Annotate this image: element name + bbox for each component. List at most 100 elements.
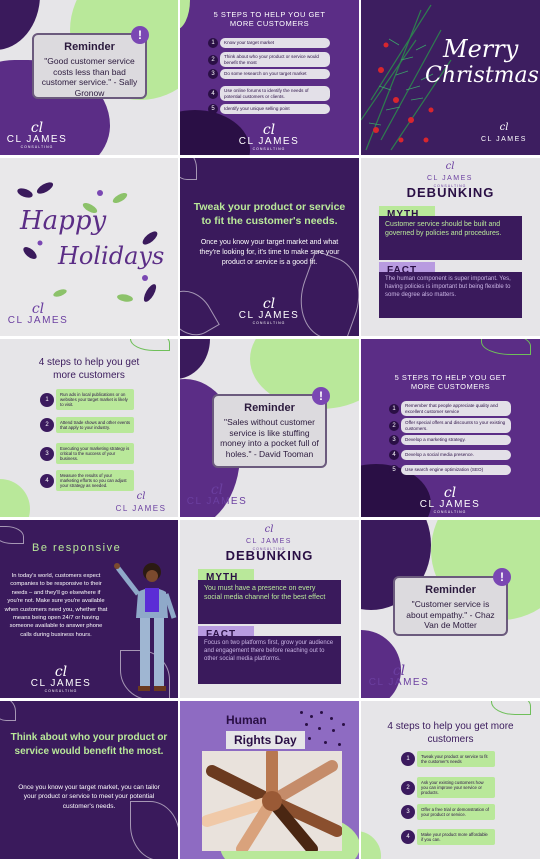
step-text: Offer special offers and discounts to yo… (401, 418, 511, 433)
step-item: 4 Develop a social media presence. (389, 450, 511, 460)
logo-name: CL JAMES (7, 315, 69, 326)
step-item: 4 Make your product more affordable if yo… (401, 829, 495, 846)
steps-title: 5 STEPS TO HELP YOU GET MORE CUSTOMERS (213, 10, 326, 28)
post-debunking-a[interactable]: cl CL JAMES CONSULTING DEBUNKING MYTH Cu… (361, 158, 540, 336)
reminder-quote: "Sales without customer service is like … (220, 417, 319, 459)
logo-monogram: cl (136, 491, 146, 502)
step-item: 2 Attend trade shows and other events tha… (40, 417, 134, 434)
logo-monogram: cl (443, 485, 457, 501)
post-headline: Be responsive (32, 542, 122, 554)
logo-name: CL JAMES (419, 499, 481, 510)
step-text: Know your target market (220, 38, 330, 48)
step-item: 3 Offer a free trial or demonstration of … (401, 804, 495, 821)
step-item: 1 Run ads in local publications or on web… (40, 389, 134, 411)
reminder-card: Reminder "Sales without customer service… (212, 394, 327, 468)
logo-name: CL JAMES (186, 496, 248, 507)
brand-logo: cl CL JAMES (365, 663, 433, 688)
logo-monogram: cl (445, 161, 455, 172)
myth-text: You must have a presence on every social… (198, 580, 341, 624)
post-five-steps-b[interactable]: 5 STEPS TO HELP YOU GET MORE CUSTOMERS 1… (361, 339, 540, 517)
step-number: 2 (208, 54, 218, 65)
palm-leaf-icon (491, 701, 531, 715)
step-number: 3 (208, 69, 218, 79)
purple-blob (180, 339, 210, 379)
step-item: 5 Identify your unique selling point (208, 104, 330, 114)
post-body: In today's world, customers expect compa… (4, 573, 108, 638)
step-number: 5 (389, 465, 399, 475)
post-human-rights-day[interactable]: Human Rights Day (180, 701, 359, 859)
logo-monogram: cl (210, 482, 224, 498)
post-think-about-who[interactable]: Think about who your product or service … (0, 701, 178, 859)
logo-name: CL JAMES (115, 504, 167, 513)
logo-monogram: cl (262, 296, 276, 312)
step-text: Think about who your product or service … (220, 52, 330, 67)
myth-text: Customer service should be built and gov… (379, 216, 522, 260)
reminder-card: Reminder "Customer service is about empa… (393, 576, 508, 636)
step-number: 1 (389, 403, 399, 414)
instagram-feed-grid: Reminder "Good customer service costs le… (0, 0, 540, 859)
logo-monogram: cl (264, 524, 274, 535)
brand-logo: cl CL JAMES CONSULTING (236, 524, 302, 551)
step-number: 4 (389, 450, 399, 460)
step-item: 3 Develop a marketing strategy. (389, 435, 511, 445)
step-item: 5 Use search engine optimization (SEO) (389, 465, 511, 475)
steps-title: 4 steps to help you get more customers (387, 721, 514, 745)
post-tweak-product[interactable]: Tweak your product or service to fit the… (180, 158, 359, 336)
post-reminder-tooman[interactable]: Reminder "Sales without customer service… (180, 339, 359, 517)
step-number: 2 (401, 780, 415, 795)
step-number: 2 (389, 420, 399, 431)
step-text: Use search engine optimization (SEO) (401, 465, 511, 475)
brand-logo: cl CL JAMES (184, 482, 250, 507)
logo-name: CL JAMES (246, 538, 292, 545)
step-number: 1 (208, 38, 218, 48)
greeting-merry: Merry (443, 35, 519, 63)
logo-name: CL JAMES (427, 175, 473, 182)
step-item: 4 Use online forums to identify the needs… (208, 86, 330, 101)
post-reminder-gronow[interactable]: Reminder "Good customer service costs le… (0, 0, 178, 155)
reminder-title: Reminder (244, 402, 295, 414)
logo-monogram: cl (31, 301, 45, 317)
debunking-title: DEBUNKING (225, 548, 314, 563)
step-number: 1 (401, 752, 415, 767)
exclamation-icon: ! (312, 387, 330, 405)
step-number: 3 (389, 435, 399, 445)
logo-name: CL JAMES (238, 136, 300, 147)
step-item: 2 Ask your existing customers how you can… (401, 777, 495, 799)
post-four-steps-a[interactable]: 4 steps to help you get more customers 1… (0, 339, 178, 517)
step-text: Offer a free trial or demonstration of y… (417, 804, 495, 821)
step-item: 4 Measure the results of your marketing e… (40, 470, 134, 492)
brand-logo: cl CL JAMES (4, 301, 72, 326)
post-title-line1: Human (226, 713, 267, 727)
brand-logo: cl CL JAMES (108, 491, 174, 514)
logo-sub: CONSULTING (252, 321, 286, 325)
post-be-responsive[interactable]: Be responsive In today's world, customer… (0, 520, 178, 698)
reminder-title: Reminder (64, 41, 115, 53)
logo-monogram: cl (262, 122, 276, 138)
reminder-title: Reminder (425, 584, 476, 596)
step-text: Use online forums to identify the needs … (220, 86, 330, 101)
step-item: 2 Offer special offers and discounts to y… (389, 418, 511, 433)
step-number: 4 (40, 473, 54, 488)
logo-monogram: cl (392, 663, 406, 679)
step-number: 5 (208, 104, 218, 114)
logo-sub: CONSULTING (252, 147, 286, 151)
post-happy-holidays[interactable]: Happy Holidays cl CL JAMES (0, 158, 178, 336)
post-debunking-b[interactable]: cl CL JAMES CONSULTING DEBUNKING MYTH Yo… (180, 520, 359, 698)
brand-logo: cl CL JAMES CONSULTING (236, 296, 302, 325)
step-number: 3 (401, 805, 415, 820)
post-four-steps-b[interactable]: 4 steps to help you get more customers 1… (361, 701, 540, 859)
logo-monogram: cl (499, 122, 509, 133)
green-blob (361, 831, 381, 859)
post-five-steps-a[interactable]: 5 STEPS TO HELP YOU GET MORE CUSTOMERS 1… (180, 0, 359, 155)
logo-name: CL JAMES (481, 136, 527, 143)
step-text: Attend trade shows and other events that… (56, 417, 134, 434)
step-text: Run ads in local publications or on webs… (56, 389, 134, 411)
exclamation-icon: ! (131, 26, 149, 44)
step-text: Make your product more affordable if you… (417, 829, 495, 846)
greeting-christmas: Christmas (425, 63, 539, 88)
step-number: 1 (40, 392, 54, 407)
post-reminder-motter[interactable]: Reminder "Customer service is about empa… (361, 520, 540, 698)
greeting-holidays: Holidays (58, 242, 165, 270)
person-illustration (114, 563, 177, 691)
post-merry-christmas[interactable]: Merry Christmas cl CL JAMES (361, 0, 540, 155)
